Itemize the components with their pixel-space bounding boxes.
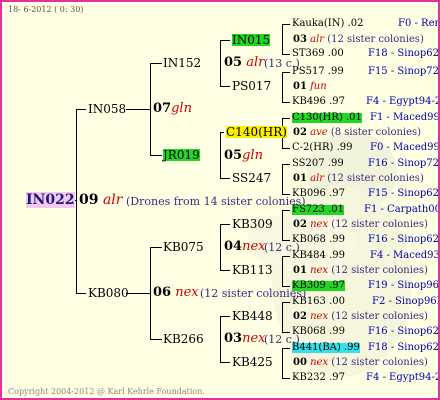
g3-queen-kb425[interactable]: KB425 (232, 356, 273, 368)
g4-origin: F0 - Ren (398, 18, 440, 29)
g4-queen[interactable]: PS517 .99 (292, 67, 344, 77)
g4-origin: F4 - Egypt94-2R (366, 96, 438, 107)
g2-queen-in152[interactable]: IN152 (163, 57, 201, 69)
g3-queen-c140[interactable]: C140(HR) (226, 126, 287, 138)
g2-mating-in152: 05 alr (224, 55, 265, 70)
g4-queen[interactable]: KB484 .99 (292, 251, 345, 261)
pedigree-chart: 18- 6-2012 ( 0: 30) IN022 09 alr (Drones… (0, 0, 440, 400)
g4-origin: F1 - Carpath00R (364, 204, 438, 215)
g4-origin: F16 - Sinop62R (368, 326, 440, 337)
g4-mating: 02 nex (12 sister colonies) (293, 311, 428, 322)
g2-queen-jr019[interactable]: JR019 (163, 149, 200, 161)
g4-mating: 03 alr (12 sister colonies) (293, 34, 424, 45)
g4-origin: F2 - Sinop96R (372, 296, 440, 307)
g4-mating: 02 ave (8 sister colonies) (293, 127, 422, 138)
g2-mating-kb266: 03nex (224, 331, 266, 346)
g4-origin: F16 - Sinop62R (368, 234, 440, 245)
g4-queen[interactable]: KB232 .97 (292, 373, 345, 383)
g4-queen[interactable]: KB096 .97 (292, 189, 345, 199)
g4-origin: F18 - Sinop62R (368, 342, 440, 353)
g4-queen[interactable]: KB309 .97 (292, 281, 345, 291)
g4-origin: F4 - Egypt94-2R (366, 372, 438, 383)
root-queen[interactable]: IN022 (26, 192, 75, 208)
g2-queen-kb266[interactable]: KB266 (163, 333, 204, 345)
g4-mating: 01 fun (293, 81, 327, 92)
g4-mating: 01 alr (12 sister colonies) (293, 173, 424, 184)
g4-origin: F0 - Maced99Q (370, 142, 440, 153)
g1-queen-kb080[interactable]: KB080 (88, 287, 129, 299)
g4-mating: 02 nex (12 sister colonies) (293, 219, 428, 230)
g4-origin: F15 - Sinop62R (368, 188, 440, 199)
g3-queen-in015[interactable]: IN015 (232, 34, 271, 46)
g4-queen[interactable]: B441(BA) .99 (292, 343, 360, 353)
root-mating: 09 alr (79, 192, 123, 208)
g4-origin: F18 - Sinop62R (368, 48, 440, 59)
g4-origin: F1 - Maced99Q (370, 112, 440, 123)
g1-queen-in058[interactable]: IN058 (88, 103, 126, 115)
g3-queen-kb113[interactable]: KB113 (232, 264, 273, 276)
g3-queen-ss247[interactable]: SS247 (232, 172, 271, 184)
g4-queen[interactable]: C-2(HR) .99 (292, 143, 353, 153)
g4-queen[interactable]: FS723 .01 (292, 205, 344, 215)
g3-queen-ps017[interactable]: PS017 (232, 80, 271, 92)
g4-queen[interactable]: KB163 .00 (292, 297, 345, 307)
g4-queen[interactable]: C130(HR) .01 (292, 113, 362, 123)
root-name: IN022 (26, 192, 75, 208)
g2-queen-kb075[interactable]: KB075 (163, 241, 204, 253)
g4-queen[interactable]: Kauka(IN) .02 (292, 19, 363, 29)
date-stamp: 18- 6-2012 ( 0: 30) (8, 5, 84, 14)
g4-origin: F15 - Sinop72R (368, 66, 440, 77)
g1-mating-kb080: 06 nex (153, 285, 199, 300)
g4-queen[interactable]: KB068 .99 (292, 327, 345, 337)
g3-queen-kb309[interactable]: KB309 (232, 218, 273, 230)
g4-mating: 01 nex (12 sister colonies) (293, 265, 428, 276)
g1-note-kb080: (12 sister colonies) (200, 287, 307, 300)
g4-origin: F4 - Maced93R (370, 250, 440, 261)
g1-mating-in058: 07gln (153, 101, 192, 116)
g2-mating-kb075: 04nex (224, 239, 266, 254)
root-note: (Drones from 14 sister colonies) (126, 195, 306, 208)
g4-queen[interactable]: SS207 .99 (292, 159, 344, 169)
g4-queen[interactable]: ST369 .00 (292, 49, 344, 59)
g4-queen[interactable]: KB496 .97 (292, 97, 345, 107)
footer-copyright: Copyright 2004-2012 @ Karl Kehrle Founda… (8, 387, 205, 396)
g4-origin: F19 - Sinop96R (368, 280, 440, 291)
g3-queen-kb448[interactable]: KB448 (232, 310, 273, 322)
g4-origin: F16 - Sinop72R (368, 158, 440, 169)
g4-queen[interactable]: KB068 .99 (292, 235, 345, 245)
g4-mating: 00 nex (12 sister colonies) (293, 357, 428, 368)
g2-mating-jr019: 05gln (224, 148, 263, 163)
